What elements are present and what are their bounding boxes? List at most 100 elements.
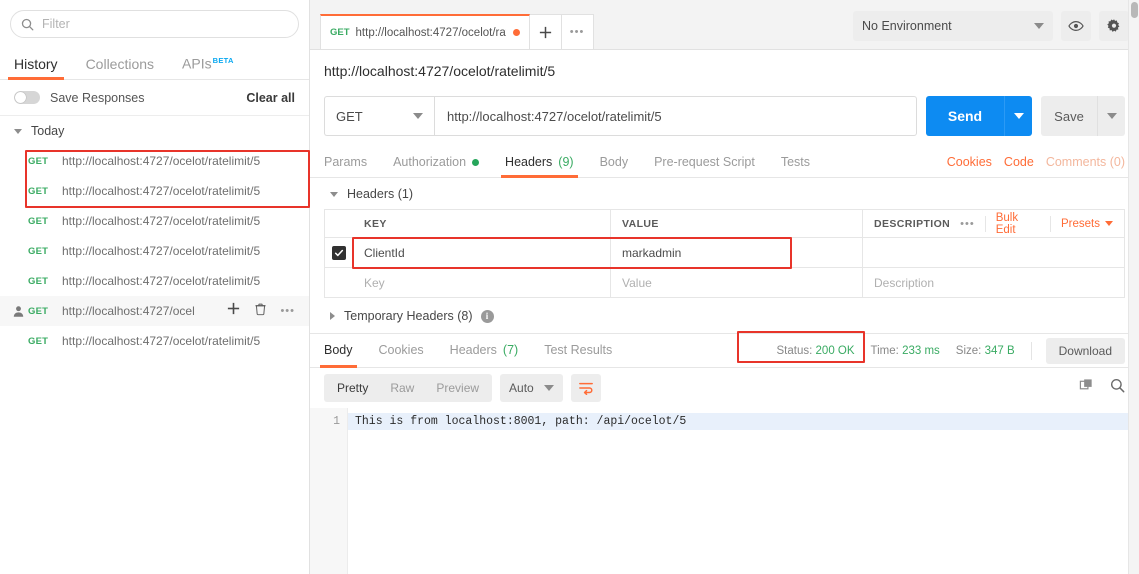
new-tab-button[interactable]	[529, 14, 562, 49]
word-wrap-button[interactable]	[570, 374, 601, 402]
code-link[interactable]: Code	[1004, 155, 1034, 169]
tab-authorization[interactable]: Authorization	[393, 156, 480, 177]
url-input-box[interactable]	[434, 96, 917, 136]
environment-selected-label: No Environment	[862, 19, 952, 33]
header-description-cell[interactable]	[863, 238, 1124, 267]
add-icon[interactable]	[226, 301, 241, 321]
table-row[interactable]: ClientId markadmin	[325, 238, 1124, 268]
bulk-edit-button[interactable]: Bulk Edit	[996, 212, 1040, 236]
time-value: 233 ms	[902, 344, 940, 357]
tab-options-button[interactable]: •••	[561, 14, 594, 49]
vertical-scrollbar[interactable]	[1128, 0, 1139, 574]
list-item[interactable]: GET http://localhost:4727/ocelot/ratelim…	[0, 236, 309, 266]
header-key-cell[interactable]: ClientId	[353, 238, 611, 267]
tab-headers[interactable]: Headers (9)	[501, 156, 578, 178]
column-header-description-area: DESCRIPTION ••• Bulk Edit Presets	[863, 212, 1124, 236]
format-selector[interactable]: Auto	[500, 374, 563, 402]
save-group: Save	[1041, 96, 1125, 136]
clear-all-button[interactable]: Clear all	[246, 91, 295, 105]
history-group-label: Today	[31, 124, 65, 138]
history-url: http://localhost:4727/ocelot/ratelimit/5	[62, 184, 261, 198]
new-header-value-input[interactable]: Value	[611, 268, 863, 297]
response-tab-body-label: Body	[324, 343, 353, 357]
list-item[interactable]: GET http://localhost:4727/ocelot/ratelim…	[0, 146, 309, 176]
list-item[interactable]: GET http://localhost:4727/ocelot/ratelim…	[0, 206, 309, 236]
sidebar-tab-collections-label: Collections	[85, 56, 155, 72]
history-method: GET	[28, 335, 49, 347]
save-options-button[interactable]	[1097, 96, 1125, 136]
sidebar-tab-history-label: History	[14, 56, 58, 72]
settings-button[interactable]	[1099, 11, 1129, 41]
tab-pre-request-script[interactable]: Pre-request Script	[654, 156, 755, 177]
chevron-down-icon	[543, 385, 554, 391]
scrollbar-thumb[interactable]	[1131, 2, 1138, 18]
save-button[interactable]: Save	[1041, 96, 1097, 136]
more-options-icon[interactable]: •••	[280, 305, 295, 317]
eye-icon	[1068, 20, 1084, 32]
save-responses-label: Save Responses	[50, 90, 145, 105]
list-item[interactable]: GET http://localhost:4727/ocelot/ratelim…	[0, 266, 309, 296]
table-row-placeholder[interactable]: Key Value Description	[325, 268, 1124, 298]
send-button[interactable]: Send	[926, 96, 1004, 136]
trash-icon[interactable]	[254, 302, 267, 321]
sidebar-tab-apis[interactable]: APIsBETA	[182, 54, 234, 79]
environment-selector[interactable]: No Environment	[853, 11, 1053, 41]
more-options-icon[interactable]: •••	[960, 218, 975, 230]
tab-bar: GET http://localhost:4727/ocelot/rate ••…	[310, 0, 1139, 50]
list-item[interactable]: GET http://localhost:4727/ocelot/ratelim…	[0, 326, 309, 356]
response-tab-cookies[interactable]: Cookies	[379, 334, 424, 368]
sidebar-tab-collections[interactable]: Collections	[86, 57, 154, 79]
response-body-content[interactable]: This is from localhost:8001, path: /api/…	[348, 408, 1139, 574]
download-button[interactable]: Download	[1045, 337, 1125, 364]
temporary-headers-label: Temporary Headers (8)	[344, 309, 473, 323]
header-value-cell[interactable]: markadmin	[611, 238, 863, 267]
info-icon[interactable]: i	[480, 309, 494, 323]
view-mode-raw[interactable]: Raw	[379, 376, 425, 400]
unsaved-changes-icon	[512, 29, 520, 36]
search-icon[interactable]	[1110, 378, 1125, 398]
time-label: Time:	[870, 344, 899, 357]
send-options-button[interactable]	[1004, 96, 1032, 136]
view-mode-group: Pretty Raw Preview	[324, 374, 493, 402]
search-input[interactable]	[42, 17, 288, 31]
response-tab-headers-count: (7)	[502, 343, 519, 357]
response-tab-headers[interactable]: Headers (7)	[450, 334, 519, 368]
url-bar: GET Send Save	[310, 90, 1139, 146]
tab-params[interactable]: Params	[324, 156, 367, 177]
save-responses-toggle[interactable]	[14, 91, 40, 104]
tab-params-label: Params	[324, 155, 368, 169]
response-tab-test-results[interactable]: Test Results	[544, 334, 612, 368]
url-input[interactable]	[447, 108, 904, 124]
response-body-line: This is from localhost:8001, path: /api/…	[348, 413, 1139, 430]
presets-button[interactable]: Presets	[1061, 218, 1113, 230]
view-mode-preview[interactable]: Preview	[425, 376, 490, 400]
list-item[interactable]: GET http://localhost:4727/ocel •••	[0, 296, 309, 326]
view-mode-pretty[interactable]: Pretty	[326, 376, 379, 400]
cookies-link[interactable]: Cookies	[947, 155, 992, 169]
request-tab-active[interactable]: GET http://localhost:4727/ocelot/rate	[320, 14, 530, 49]
copy-icon[interactable]	[1079, 378, 1094, 398]
response-body-viewer[interactable]: 1 This is from localhost:8001, path: /ap…	[310, 408, 1139, 574]
row-checkbox[interactable]	[332, 245, 346, 260]
method-selector[interactable]: GET	[324, 96, 434, 136]
environment-quick-look-button[interactable]	[1061, 11, 1091, 41]
main-panel: GET http://localhost:4727/ocelot/rate ••…	[310, 0, 1139, 574]
sidebar-tab-history[interactable]: History	[8, 56, 64, 80]
tab-pre-request-script-label: Pre-request Script	[654, 155, 755, 169]
headers-table: KEY VALUE DESCRIPTION ••• Bulk Edit Pres…	[324, 209, 1125, 298]
status-badge: Status: 200 OK	[777, 345, 855, 357]
list-item[interactable]: GET http://localhost:4727/ocelot/ratelim…	[0, 176, 309, 206]
word-wrap-icon	[578, 382, 593, 395]
headers-section-header[interactable]: Headers (1)	[310, 178, 1139, 209]
new-header-key-input[interactable]: Key	[353, 268, 611, 297]
comments-link[interactable]: Comments (0)	[1046, 155, 1125, 169]
tab-tests[interactable]: Tests	[781, 156, 810, 177]
history-url: http://localhost:4727/ocelot/ratelimit/5	[62, 334, 261, 348]
new-header-description-input[interactable]: Description	[863, 268, 1124, 297]
chevron-down-icon	[1106, 113, 1117, 119]
tab-body[interactable]: Body	[600, 156, 629, 177]
history-group-today[interactable]: Today	[0, 116, 309, 146]
response-tab-body[interactable]: Body	[320, 334, 356, 368]
filter-box[interactable]	[10, 10, 299, 38]
temporary-headers-section[interactable]: Temporary Headers (8) i	[310, 298, 1139, 333]
